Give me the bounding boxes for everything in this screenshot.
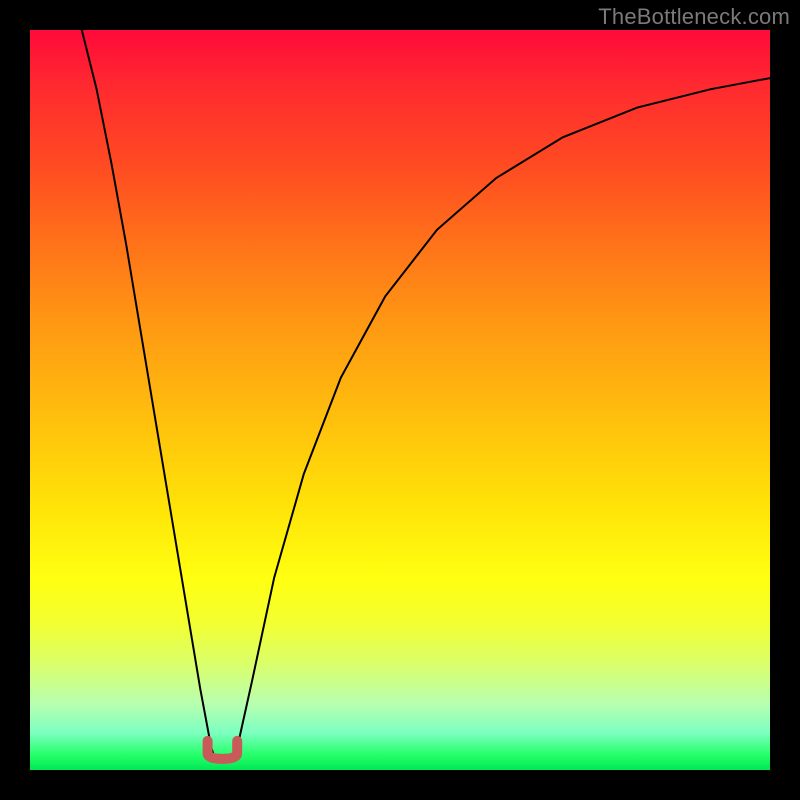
notch-marker [208,741,238,759]
gradient-plot-area [30,30,770,770]
bottleneck-curve [82,30,770,761]
chart-frame: TheBottleneck.com [0,0,800,800]
watermark-text: TheBottleneck.com [598,4,790,30]
curve-layer [30,30,770,770]
